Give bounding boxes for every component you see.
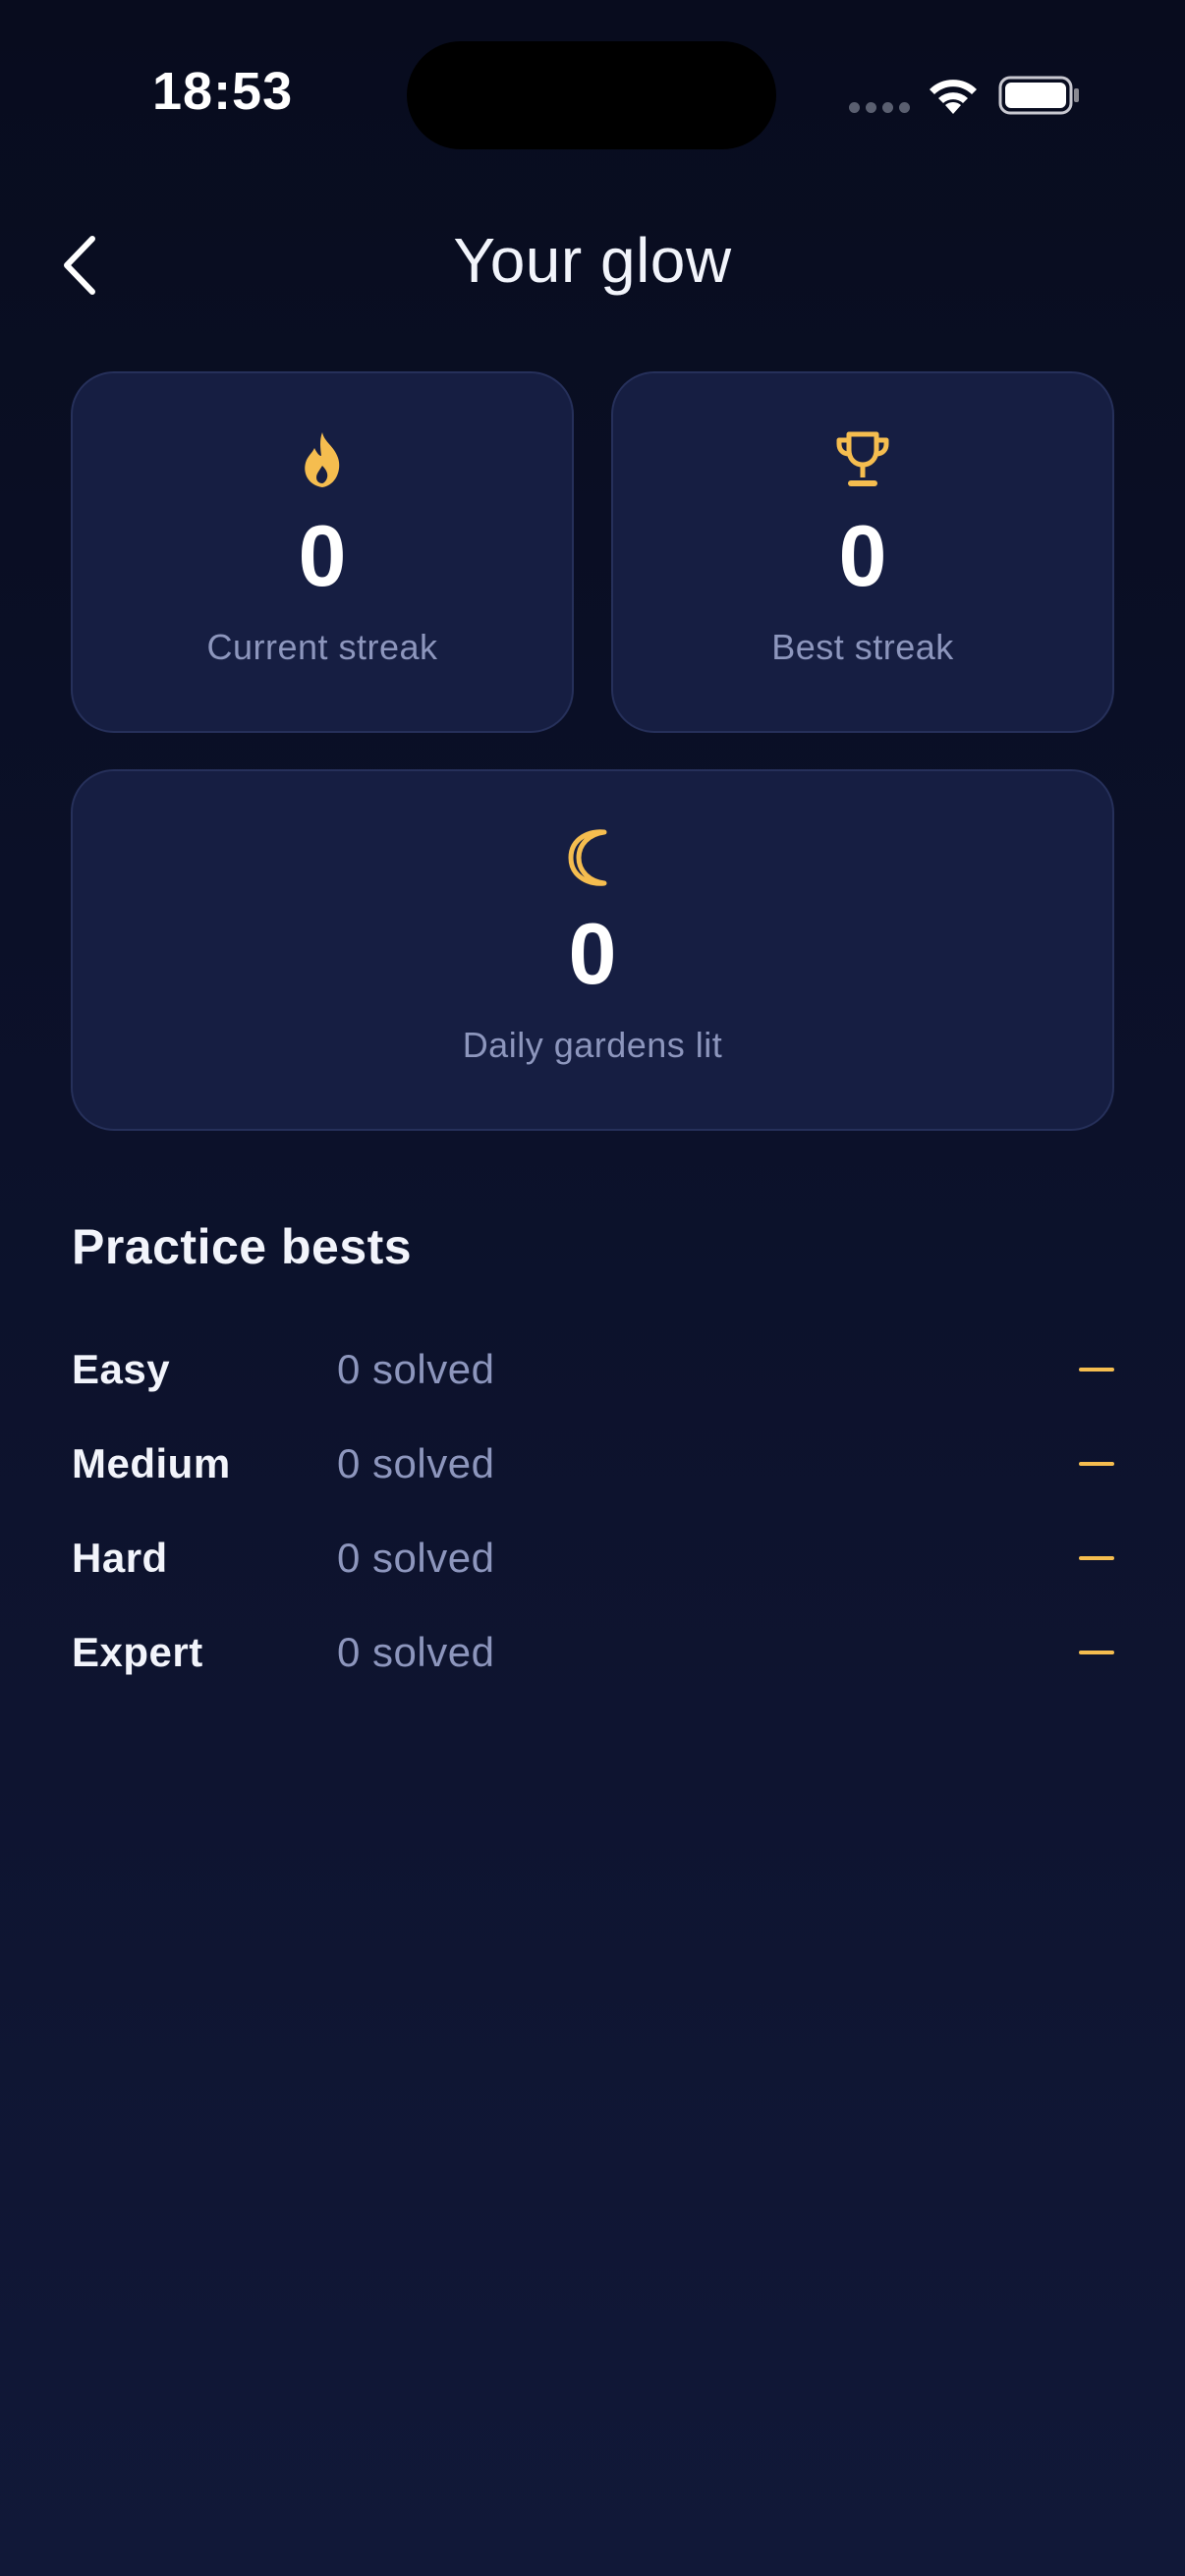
practice-solved-count: 0 solved [337,1535,495,1581]
best-streak-label: Best streak [771,627,954,667]
daily-gardens-value: 0 [568,905,617,1002]
practice-best-dash [1079,1462,1114,1466]
practice-best-dash [1079,1651,1114,1654]
practice-row-hard: Hard 0 solved [72,1511,1114,1605]
practice-best-dash [1079,1368,1114,1372]
moon-icon [568,829,607,886]
best-streak-card: 0 Best streak [611,371,1114,733]
cellular-signal-icon [849,102,910,113]
practice-solved-count: 0 solved [337,1629,495,1675]
flame-icon [305,432,340,487]
trophy-icon [836,431,889,486]
daily-gardens-card: 0 Daily gardens lit [71,769,1114,1131]
practice-solved-count: 0 solved [337,1346,495,1392]
practice-solved-count: 0 solved [337,1440,495,1486]
current-streak-value: 0 [298,507,347,604]
practice-level: Medium [72,1440,231,1486]
current-streak-label: Current streak [206,627,438,667]
practice-level: Expert [72,1629,203,1675]
practice-row-easy: Easy 0 solved [72,1322,1114,1417]
wifi-icon [930,80,977,114]
practice-row-expert: Expert 0 solved [72,1605,1114,1700]
status-time: 18:53 [152,62,294,121]
page-title: Your glow [453,225,732,296]
practice-level: Hard [72,1535,168,1581]
daily-gardens-label: Daily gardens lit [462,1025,723,1065]
practice-best-dash [1079,1556,1114,1560]
battery-icon [998,76,1079,115]
current-streak-card: 0 Current streak [71,371,574,733]
practice-level: Easy [72,1346,171,1392]
dynamic-island [407,41,776,149]
practice-row-medium: Medium 0 solved [72,1417,1114,1511]
practice-bests-title: Practice bests [72,1219,413,1274]
best-streak-value: 0 [838,507,887,604]
practice-bests-list: Easy 0 solved Medium 0 solved Hard 0 sol… [72,1322,1114,1700]
